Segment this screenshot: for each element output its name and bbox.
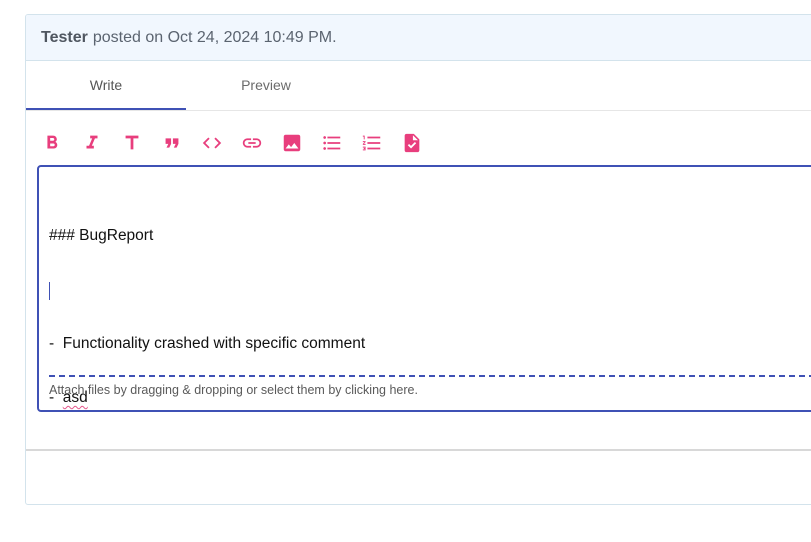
markdown-toolbar — [40, 131, 440, 155]
link-icon[interactable] — [240, 131, 264, 155]
tab-write[interactable]: Write — [26, 61, 186, 110]
tab-preview[interactable]: Preview — [186, 61, 346, 110]
text-cursor — [49, 282, 50, 300]
editor-tabs: Write Preview — [26, 61, 811, 111]
comment-header: Tester posted on Oct 24, 2024 10:49 PM. — [26, 15, 811, 61]
editor-line: - Functionality crashed with specific co… — [49, 335, 366, 352]
italic-icon[interactable] — [80, 131, 104, 155]
quote-icon[interactable] — [160, 131, 184, 155]
comment-author: Tester — [41, 28, 88, 46]
attach-dropzone-border — [49, 375, 811, 377]
heading-icon[interactable] — [120, 131, 144, 155]
editor-line: ### BugReport — [49, 227, 154, 244]
bulleted-list-icon[interactable] — [320, 131, 344, 155]
numbered-list-icon[interactable] — [360, 131, 384, 155]
card-footer-divider — [26, 449, 811, 451]
comment-meta: posted on Oct 24, 2024 10:49 PM. — [92, 28, 337, 46]
bold-icon[interactable] — [40, 131, 64, 155]
editor-content[interactable]: ### BugReport - Functionality crashed wi… — [49, 191, 365, 443]
task-list-icon[interactable] — [400, 131, 424, 155]
image-icon[interactable] — [280, 131, 304, 155]
attach-files-hint[interactable]: Attach files by dragging & dropping or s… — [49, 383, 418, 397]
code-icon[interactable] — [200, 131, 224, 155]
comment-card: Tester posted on Oct 24, 2024 10:49 PM. … — [25, 14, 811, 505]
markdown-editor[interactable]: ### BugReport - Functionality crashed wi… — [37, 165, 811, 412]
